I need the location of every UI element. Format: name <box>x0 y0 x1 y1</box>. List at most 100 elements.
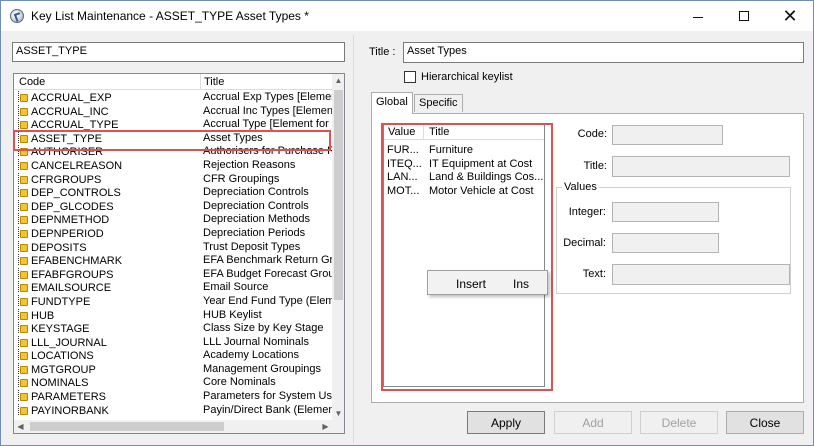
keylist-row-code: ASSET_TYPE <box>14 131 201 147</box>
hierarchical-keylist-label[interactable]: Hierarchical keylist <box>421 71 513 83</box>
keylist-row-code-text: LOCATIONS <box>31 350 94 363</box>
keylist-row[interactable]: CFRGROUPS CFR Groupings <box>14 172 332 187</box>
keylist-row[interactable]: AUTHORISER Authorisers for Purchase R <box>14 145 332 159</box>
keylist-list[interactable]: Code Title ACCRUAL_EXP Accrual Exp Types … <box>13 73 345 434</box>
keylist-horizontal-scrollbar[interactable]: ◀ ▶ <box>14 420 332 433</box>
keylist-node-icon <box>17 240 28 253</box>
window-title: Key List Maintenance - ASSET_TYPE Asset … <box>31 9 309 23</box>
keylist-row[interactable]: ACCRUAL_INC Accrual Inc Types [Elemen <box>14 104 332 119</box>
value-row[interactable]: FUR... Furniture <box>384 144 544 158</box>
keylist-row[interactable]: ACCRUAL_TYPE Accrual Type [Element for <box>14 118 332 132</box>
integer-label: Integer: <box>568 206 606 218</box>
keylist-row[interactable]: CANCELREASON Rejection Reasons <box>14 158 332 174</box>
keylist-row[interactable]: PARAMETERS Parameters for System Us <box>14 390 332 404</box>
pane-splitter[interactable] <box>353 35 354 443</box>
integer-input[interactable] <box>612 202 719 222</box>
keylist-row[interactable]: KEYSTAGE Class Size by Key Stage <box>14 322 332 336</box>
keylist-row-title: Depreciation Methods <box>203 213 311 226</box>
keylist-row[interactable]: DEP_GLCODES Depreciation Controls <box>14 199 332 214</box>
keylist-row-code: FUNDTYPE <box>14 294 201 310</box>
title-bar[interactable]: Key List Maintenance - ASSET_TYPE Asset … <box>1 1 813 31</box>
keylist-row-title: Accrual Inc Types [Elemen <box>203 104 332 117</box>
delete-button[interactable]: Delete <box>640 411 718 434</box>
tab-specific[interactable]: Specific <box>414 94 463 112</box>
keylist-vertical-scrollbar[interactable]: ▲ ▼ <box>332 74 344 420</box>
keylist-row[interactable]: LOCATIONS Academy Locations <box>14 349 332 363</box>
keylist-node-icon <box>17 118 28 130</box>
keylist-row-code-text: DEP_GLCODES <box>31 200 114 213</box>
keylist-node-icon <box>17 294 28 307</box>
keylist-row[interactable]: ASSET_TYPE Asset Types <box>14 131 332 147</box>
scroll-left-icon[interactable]: ◀ <box>14 420 27 433</box>
keylist-row-code-text: DEP_CONTROLS <box>31 187 121 200</box>
hierarchical-keylist-checkbox[interactable] <box>404 71 416 83</box>
keylist-row[interactable]: EFABENCHMARK EFA Benchmark Return Gr <box>14 254 332 268</box>
keylist-row-title: Payin/Direct Bank (Elemen <box>203 403 332 416</box>
keylist-row[interactable]: MGTGROUP Management Groupings <box>14 362 332 377</box>
add-button[interactable]: Add <box>554 411 632 434</box>
keylist-row-code: PARAMETERS <box>14 390 201 405</box>
keylist-row[interactable]: DEP_CONTROLS Depreciation Controls <box>14 186 332 200</box>
text-input[interactable] <box>612 264 790 285</box>
vertical-scroll-thumb[interactable] <box>334 90 343 300</box>
keylist-row[interactable]: ACCRUAL_EXP Accrual Exp Types [Elemen <box>14 91 332 105</box>
scroll-right-icon[interactable]: ▶ <box>319 420 332 433</box>
keylist-row-code-text: DEPOSITS <box>31 241 87 254</box>
close-button[interactable]: Close <box>726 411 804 434</box>
keylist-row[interactable]: FUNDTYPE Year End Fund Type (Elem <box>14 294 332 310</box>
scroll-up-icon[interactable]: ▲ <box>332 74 344 87</box>
keylist-row[interactable]: DEPOSITS Trust Deposit Types <box>14 240 332 255</box>
column-header-value[interactable]: Value <box>384 125 424 140</box>
close-window-button[interactable]: ✕ <box>767 1 813 31</box>
scroll-down-icon[interactable]: ▼ <box>332 407 344 420</box>
keylist-rows: ACCRUAL_EXP Accrual Exp Types [Elemen ACCR… <box>14 91 332 420</box>
decimal-input[interactable] <box>612 233 719 253</box>
keylist-row-title: EFA Budget Forecast Grou <box>203 267 332 280</box>
values-list[interactable]: Value Title FUR... Furniture ITEQ... IT Equ… <box>383 124 545 387</box>
value-title-label: Title: <box>583 160 607 172</box>
apply-button[interactable]: Apply <box>467 411 545 434</box>
keylist-row[interactable]: HUB HUB Keylist <box>14 308 332 323</box>
value-row-title: Motor Vehicle at Cost <box>429 184 534 197</box>
keylist-row[interactable]: NOMINALS Core Nominals <box>14 376 332 390</box>
keylist-row-title: Rejection Reasons <box>203 158 296 171</box>
column-header-code[interactable]: Code <box>14 74 201 90</box>
value-title-input[interactable] <box>612 156 790 177</box>
value-row[interactable]: MOT... Motor Vehicle at Cost <box>384 185 544 199</box>
value-row[interactable]: LAN... Land & Buildings Cos... <box>384 171 544 185</box>
keylist-row[interactable]: PAYINORBANK Payin/Direct Bank (Elemen <box>14 403 332 418</box>
keylist-row-title: Management Groupings <box>203 362 322 375</box>
column-header-value-title[interactable]: Title <box>425 125 544 140</box>
value-row-title: Furniture <box>429 144 474 156</box>
value-row-code: LAN... <box>387 171 418 183</box>
maximize-button[interactable] <box>721 1 767 31</box>
keylist-node-icon <box>17 281 28 293</box>
decimal-label: Decimal: <box>563 237 606 249</box>
keylist-node-icon <box>17 226 28 239</box>
value-row[interactable]: ITEQ... IT Equipment at Cost <box>384 158 544 172</box>
values-list-header: Value Title <box>384 125 544 140</box>
title-label: Title : <box>369 46 396 58</box>
code-input[interactable] <box>612 125 723 145</box>
keylist-row-title: CFR Groupings <box>203 172 280 185</box>
context-menu-insert[interactable]: Insert <box>456 277 486 291</box>
keylist-node-icon <box>17 322 28 334</box>
keylist-row[interactable]: EMAILSOURCE Email Source <box>14 281 332 295</box>
keylist-row-code: NOMINALS <box>14 376 201 391</box>
tab-global[interactable]: Global <box>371 92 413 114</box>
keylist-row[interactable]: EFABFGROUPS EFA Budget Forecast Grou <box>14 267 332 282</box>
title-input[interactable]: Asset Types <box>403 42 804 63</box>
scroll-corner <box>332 420 344 433</box>
keylist-row-code: CANCELREASON <box>14 158 201 174</box>
keylist-row[interactable]: DEPNMETHOD Depreciation Methods <box>14 213 332 227</box>
keylist-row-title: Academy Locations <box>203 349 299 362</box>
keylist-search-input[interactable]: ASSET_TYPE <box>12 42 345 62</box>
text-label: Text: <box>582 268 606 280</box>
minimize-button[interactable] <box>675 1 721 31</box>
keylist-row[interactable]: DEPNPERIOD Depreciation Periods <box>14 226 332 242</box>
column-header-title[interactable]: Title <box>202 74 332 90</box>
horizontal-scroll-thumb[interactable] <box>30 422 224 431</box>
keylist-row-code: DEPNPERIOD <box>14 226 201 242</box>
keylist-row[interactable]: LLL_JOURNAL LLL Journal Nominals <box>14 335 332 350</box>
keylist-node-icon <box>17 213 28 225</box>
